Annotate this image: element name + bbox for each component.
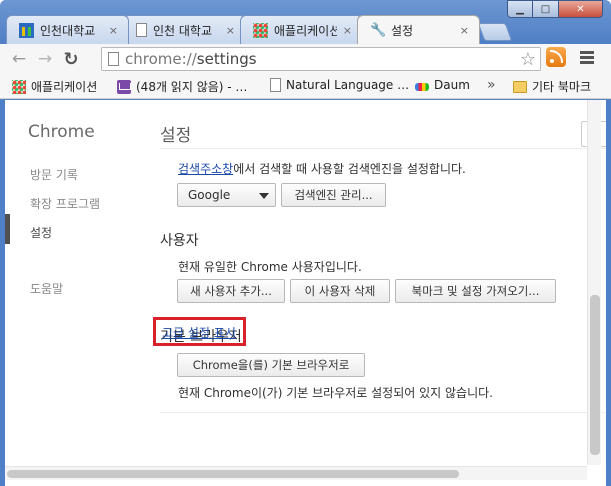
tab-title: 인천대학교	[40, 23, 96, 38]
vertical-scrollbar-thumb[interactable]	[590, 295, 600, 455]
apps-grid-icon	[12, 79, 26, 94]
tab-apps[interactable]: 애플리케이션 ×	[240, 15, 363, 44]
sidebar-item-help[interactable]: 도움말	[30, 280, 63, 297]
users-description: 현재 유일한 Chrome 사용자입니다.	[178, 260, 362, 274]
tab-close-icon[interactable]: ×	[343, 24, 352, 37]
tab-title: 애플리케이션	[274, 23, 337, 38]
sidebar-selection-marker	[5, 214, 10, 244]
forward-arrow-icon[interactable]: →	[32, 46, 58, 72]
bookmark-mail[interactable]: (48개 읽지 않음) - …	[117, 78, 247, 95]
tab-title: 설정	[391, 23, 414, 38]
url-scheme: chrome://	[125, 50, 197, 68]
document-icon	[270, 78, 281, 92]
tab-incheon-univ[interactable]: 인천대학교 ×	[6, 15, 129, 44]
sidebar-item-history[interactable]: 방문 기록	[30, 166, 78, 183]
search-engine-selected: Google	[188, 188, 231, 202]
sidebar-item-settings[interactable]: 설정	[30, 224, 52, 241]
url-text: chrome://settings	[125, 50, 257, 68]
search-engine-description: 검색주소창에서 검색할 때 사용할 검색엔진을 설정합니다.	[178, 160, 466, 177]
omnibox-link[interactable]: 검색주소창	[178, 162, 233, 176]
section-divider	[160, 412, 606, 413]
tab-close-icon[interactable]: ×	[460, 24, 469, 37]
show-advanced-settings-link[interactable]: 고급 설정 표시	[162, 324, 236, 341]
bookmark-daum[interactable]: Daum	[415, 78, 470, 92]
horizontal-scrollbar[interactable]	[5, 466, 587, 480]
vertical-scrollbar[interactable]	[587, 100, 601, 465]
header-divider	[160, 148, 606, 149]
set-default-browser-button[interactable]: Chrome을(를) 기본 브라우저로	[177, 353, 365, 377]
search-engine-select[interactable]: Google	[177, 183, 276, 207]
bookmark-label: (48개 읽지 않음) - …	[136, 80, 248, 94]
dropdown-arrow-icon	[259, 193, 269, 199]
bookmarks-bar: 애플리케이션 (48개 읽지 않음) - … Natural Language …	[0, 74, 611, 99]
bookmark-star-icon[interactable]: ☆	[520, 49, 536, 70]
daum-icon	[415, 82, 429, 91]
import-bookmarks-button[interactable]: 북마크 및 설정 가져오기...	[395, 279, 556, 303]
bookmark-other-folder[interactable]: 기타 북마크	[513, 78, 591, 95]
delete-user-button[interactable]: 이 사용자 삭제	[290, 279, 390, 303]
page-icon	[108, 52, 119, 66]
add-user-button[interactable]: 새 사용자 추가...	[177, 279, 285, 303]
search-engine-description-text: 에서 검색할 때 사용할 검색엔진을 설정합니다.	[233, 162, 466, 176]
window-controls: ▁ □ ✕	[507, 0, 603, 18]
bar-chart-favicon-icon	[19, 22, 34, 38]
manage-search-engines-button[interactable]: 검색엔진 관리...	[281, 183, 386, 207]
wrench-icon: 🔧	[370, 22, 387, 38]
settings-page: Chrome 방문 기록 확장 프로그램 설정 도움말 설정 검색주소창에서 검…	[5, 100, 606, 486]
default-browser-status: 현재 Chrome이(가) 기본 브라우저로 설정되어 있지 않습니다.	[178, 386, 493, 400]
sidebar-brand: Chrome	[28, 122, 95, 142]
window-border-right	[606, 100, 611, 486]
navigation-toolbar: ← → ↻ chrome://settings ☆	[0, 44, 611, 74]
close-window-button[interactable]: ✕	[559, 0, 603, 18]
minimize-button[interactable]: ▁	[507, 0, 533, 18]
back-arrow-icon[interactable]: ←	[6, 46, 32, 72]
users-heading: 사용자	[160, 233, 199, 249]
tab-title: 인천 대학교	[153, 23, 213, 38]
sidebar-item-extensions[interactable]: 확장 프로그램	[30, 195, 100, 212]
bookmark-label: 애플리케이션	[31, 80, 98, 94]
document-favicon-icon	[136, 23, 147, 37]
rss-feed-icon[interactable]	[546, 47, 566, 67]
page-title: 설정	[160, 126, 192, 146]
tab-close-icon[interactable]: ×	[109, 24, 118, 37]
address-bar[interactable]: chrome://settings ☆	[101, 47, 541, 71]
apps-grid-favicon-icon	[253, 22, 268, 38]
bookmarks-overflow-chevron-icon[interactable]: »	[487, 77, 496, 93]
reload-icon[interactable]: ↻	[58, 46, 84, 72]
tab-close-icon[interactable]: ×	[226, 24, 235, 37]
url-path: settings	[196, 50, 257, 68]
maximize-button[interactable]: □	[533, 0, 559, 18]
bookmark-label: Natural Language …	[286, 78, 410, 92]
horizontal-scrollbar-thumb[interactable]	[7, 470, 459, 478]
hamburger-menu-icon[interactable]	[580, 51, 594, 64]
bookmark-label: 기타 북마크	[532, 80, 592, 94]
bookmark-natural-language[interactable]: Natural Language …	[270, 78, 409, 92]
bookmark-label: Daum	[434, 78, 470, 92]
bookmark-apps[interactable]: 애플리케이션	[12, 78, 97, 95]
mail-icon	[117, 79, 131, 94]
tab-settings[interactable]: 🔧 설정 ×	[357, 15, 480, 44]
folder-icon	[513, 80, 527, 93]
tab-incheon-univ-2[interactable]: 인천 대학교 ×	[123, 15, 246, 44]
